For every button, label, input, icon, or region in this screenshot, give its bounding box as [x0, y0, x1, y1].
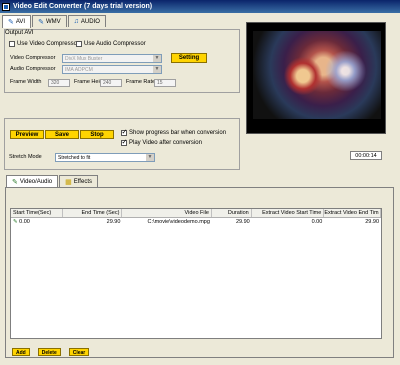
frame-width-label: Frame Width	[10, 79, 42, 85]
column-header[interactable]: End Time (Sec)	[63, 209, 123, 217]
video-compressor-select[interactable]: DivX Mux Buster ▼	[62, 54, 162, 63]
frame-width-field[interactable]: 320	[48, 79, 70, 87]
use-audio-compressor-row: Use Audio Compressor	[76, 41, 146, 47]
chevron-down-icon: ▼	[146, 154, 154, 161]
column-header[interactable]: Extract Video Start Time	[252, 209, 325, 217]
effects-icon: ▦	[65, 178, 72, 186]
show-progress-checkbox[interactable]	[121, 128, 127, 136]
preview-time: 00:00:14	[350, 151, 382, 160]
film-icon: ✎	[8, 19, 14, 26]
chevron-down-icon: ▼	[153, 66, 161, 73]
video-audio-icon: ✎	[12, 179, 18, 186]
delete-button[interactable]: Delete	[37, 348, 61, 356]
preview-button[interactable]: Preview	[10, 130, 44, 139]
column-header[interactable]: Start Time(Sec)	[11, 209, 63, 217]
bottom-buttons: Add Delete Clear	[12, 348, 90, 356]
tab-effects[interactable]: ▦ Effects	[59, 175, 98, 187]
tab-wmv[interactable]: ✎ WMV	[32, 15, 67, 27]
clip-icon: ✎	[13, 219, 18, 225]
frame-rate-field[interactable]: 15	[154, 79, 176, 87]
output-title: Output AVI	[5, 30, 34, 36]
add-button[interactable]: Add	[12, 348, 30, 356]
tab-avi[interactable]: ✎ AVI	[2, 15, 32, 28]
stretch-mode-select[interactable]: Stretched to fit ▼	[55, 153, 155, 162]
music-note-icon: ♫	[73, 18, 79, 25]
play-video-row: Play Video after conversion	[121, 138, 202, 146]
audio-compressor-select[interactable]: IMA ADPCM ▼	[62, 65, 162, 74]
audio-compressor-label: Audio Compressor	[10, 66, 56, 72]
video-preview	[253, 31, 381, 119]
table-header: Start Time(Sec) End Time (Sec) Video Fil…	[11, 209, 381, 218]
clip-table[interactable]: Start Time(Sec) End Time (Sec) Video Fil…	[10, 208, 382, 339]
save-button[interactable]: Save	[45, 130, 79, 139]
film-icon: ✎	[38, 18, 44, 26]
stop-button[interactable]: Stop	[80, 130, 114, 139]
play-video-checkbox[interactable]	[121, 138, 127, 146]
use-video-compressor-checkbox[interactable]	[9, 41, 15, 47]
clear-button[interactable]: Clear	[68, 348, 90, 356]
window-title: Video Edit Converter (7 days trial versi…	[13, 3, 153, 10]
app-icon	[2, 2, 10, 11]
chevron-down-icon: ▼	[153, 55, 161, 62]
tab-audio[interactable]: ♫ AUDIO	[67, 15, 106, 27]
column-header[interactable]: Duration	[212, 209, 252, 217]
frame-rate-label: Frame Rate	[126, 79, 156, 85]
setting-button[interactable]: Setting	[171, 53, 207, 63]
table-row[interactable]: ✎ 0.00 29.90 C:\movie\videodemo.mpg 29.9…	[11, 218, 381, 227]
video-preview-frame	[246, 22, 386, 134]
use-video-compressor-row: Use Video Compressor	[9, 41, 79, 47]
frame-height-field[interactable]: 240	[100, 79, 122, 87]
use-audio-compressor-checkbox[interactable]	[76, 41, 82, 47]
video-compressor-label: Video Compressor	[10, 55, 56, 61]
format-tabs: ✎ AVI ✎ WMV ♫ AUDIO	[2, 15, 106, 28]
column-header[interactable]: Extract Video End Tim	[324, 209, 381, 217]
title-bar: Video Edit Converter (7 days trial versi…	[0, 0, 400, 13]
show-progress-row: Show progress bar when conversion	[121, 128, 226, 136]
column-header[interactable]: Video File	[122, 209, 212, 217]
stretch-mode-label: Stretch Mode	[9, 154, 42, 160]
